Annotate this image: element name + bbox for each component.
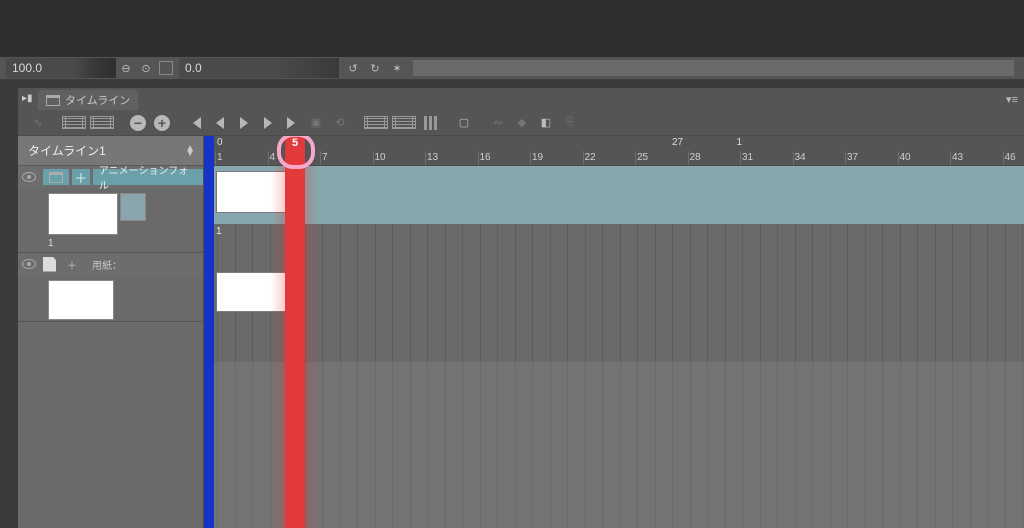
zoom-fit-icon[interactable]: ⊙ (138, 60, 154, 76)
expand-panel-icon[interactable]: ▸▮ (22, 93, 33, 104)
viewport (0, 0, 1024, 57)
lane-frame-label: 1 (216, 226, 222, 237)
cel-thumbnail-small[interactable] (120, 193, 146, 221)
angle-readout[interactable]: 0.0 (179, 58, 339, 78)
prev-frame-button[interactable] (210, 113, 230, 133)
rotate-right-icon[interactable]: ↻ (367, 60, 383, 76)
clip-a-icon[interactable] (364, 116, 388, 129)
window-left-border (0, 84, 18, 528)
stop-button[interactable]: ▣ (306, 113, 326, 133)
clip-c-icon[interactable] (420, 113, 440, 133)
onion-skin-icon[interactable]: ◧ (536, 113, 556, 133)
visibility-icon[interactable] (22, 259, 36, 269)
go-last-button[interactable] (282, 113, 302, 133)
rotate-left-icon[interactable]: ↺ (345, 60, 361, 76)
track-thumbs-anim (18, 188, 203, 238)
timeline-window: ▸▮ タイムライン ▾≡ ∿ − + ▣ ⟲ ▢ ∾ (18, 88, 1024, 528)
track-label: 用紙： (86, 256, 128, 272)
timeline-scrub-bar[interactable] (413, 60, 1014, 76)
timeline-toolbar: ∿ − + ▣ ⟲ ▢ ∾ ◆ ◧ ⎘ (18, 110, 1024, 136)
light-table-icon[interactable]: ⎘ (560, 113, 580, 133)
track-row-paper: ＋ 用紙： (18, 253, 203, 322)
loop-button[interactable]: ⟲ (330, 113, 350, 133)
new-timeline-icon[interactable] (62, 116, 86, 129)
track-plus-label: ＋ (61, 256, 83, 272)
start-marker-body (204, 166, 214, 528)
track-type-icon (43, 169, 69, 185)
divider (0, 79, 1024, 88)
anim-clip[interactable] (214, 166, 1024, 224)
timeline-name-label: タイムライン1 (28, 142, 106, 159)
fit-icon[interactable]: ▢ (454, 113, 474, 133)
track-row-anim: ＋ アニメーションフォル 1 (18, 166, 203, 253)
track-header-paper[interactable]: ＋ 用紙： (18, 253, 203, 275)
panel-tab-label: タイムライン (65, 92, 130, 108)
frame-ruler[interactable]: 02711471013161922252831343740434649 (204, 136, 1024, 166)
panel-menu-icon[interactable]: ▾≡ (1006, 93, 1018, 106)
next-frame-button[interactable] (258, 113, 278, 133)
empty-area (214, 362, 1024, 528)
cel-thumbnail[interactable] (48, 193, 118, 235)
panel-tab-timeline[interactable]: タイムライン (38, 90, 138, 110)
start-marker[interactable] (204, 136, 214, 166)
zoom-in-button[interactable]: + (152, 113, 172, 133)
clapperboard-icon (46, 95, 60, 106)
track-label: アニメーションフォル (93, 169, 203, 185)
play-button[interactable] (234, 113, 254, 133)
clip-b-icon[interactable] (392, 116, 416, 129)
visibility-icon[interactable] (22, 172, 36, 182)
zoom-readout[interactable]: 100.0 (6, 58, 116, 78)
paper-thumbnail[interactable] (48, 280, 114, 320)
stepper-icon[interactable]: ▲▼ (185, 146, 195, 156)
zoom-out-button[interactable]: − (128, 113, 148, 133)
playhead-glow (271, 166, 285, 528)
page-icon (43, 257, 56, 272)
playhead[interactable] (285, 166, 305, 528)
lane-paper[interactable] (214, 268, 1024, 332)
track-thumbs-paper (18, 275, 203, 321)
timeline-ruler-area[interactable]: 02711471013161922252831343740434649 5 1 (204, 136, 1024, 528)
display-box-icon[interactable] (158, 60, 174, 76)
tracks-canvas[interactable]: 1 (214, 166, 1024, 528)
track-frame-label: 1 (18, 238, 203, 252)
timeline-body: タイムライン1 ▲▼ ＋ アニメーションフォル 1 (18, 136, 1024, 528)
playhead-handle[interactable]: 5 (285, 136, 305, 166)
lane-anim[interactable]: 1 (214, 166, 1024, 254)
dropdown-icon[interactable]: ∿ (28, 113, 48, 133)
onion-diamond-icon[interactable]: ◆ (512, 113, 532, 133)
reset-angle-icon[interactable]: ✶ (389, 60, 405, 76)
go-first-button[interactable] (186, 113, 206, 133)
status-bar: 100.0 ⊖ ⊙ 0.0 ↺ ↻ ✶ (0, 57, 1024, 79)
link-icon[interactable]: ∾ (488, 113, 508, 133)
track-header-column: タイムライン1 ▲▼ ＋ アニメーションフォル 1 (18, 136, 204, 528)
zoom-out-icon[interactable]: ⊖ (118, 60, 134, 76)
timeline-tab-bar: ▸▮ タイムライン ▾≡ (18, 88, 1024, 110)
add-cel-button[interactable]: ＋ (72, 169, 90, 185)
track-header-anim[interactable]: ＋ アニメーションフォル (18, 166, 203, 188)
new-cel-icon[interactable] (90, 116, 114, 129)
playhead-glow (305, 166, 319, 528)
